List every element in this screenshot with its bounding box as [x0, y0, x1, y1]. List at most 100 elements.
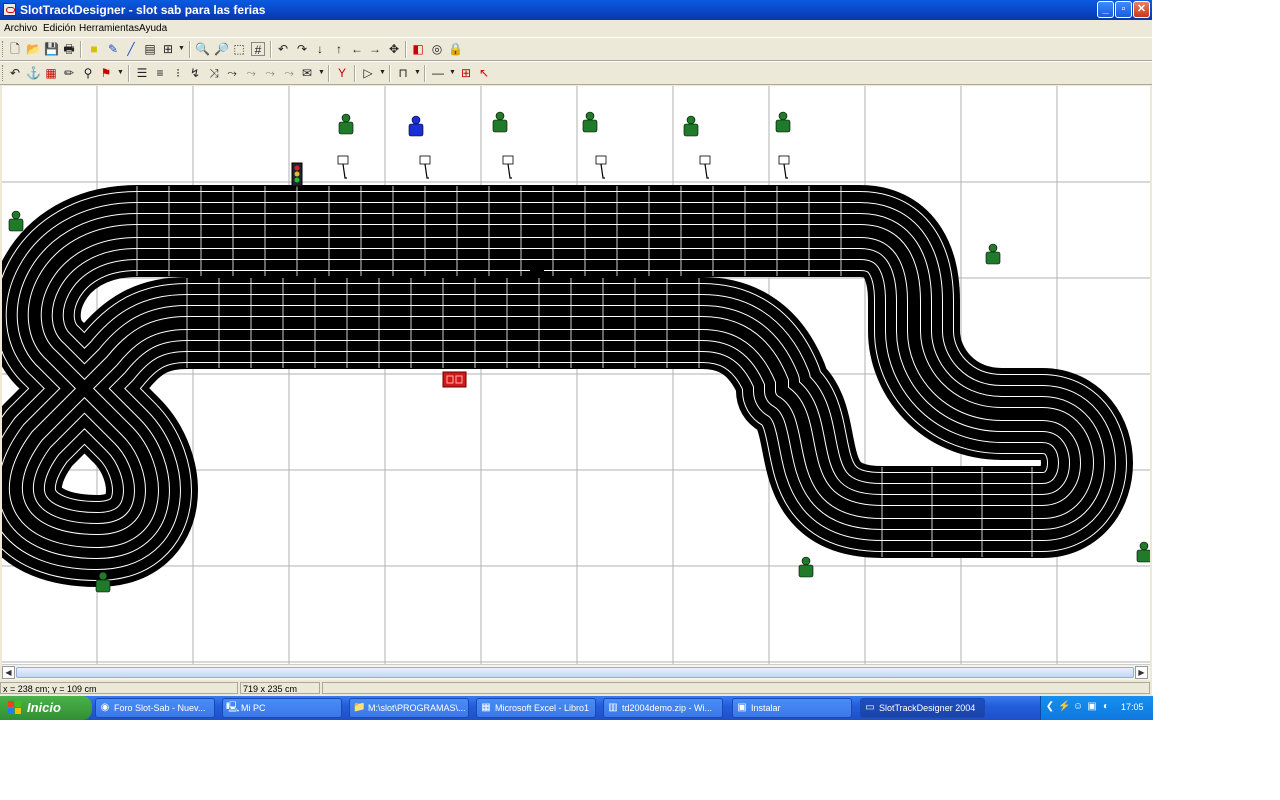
- start-finish-marker: [530, 266, 544, 276]
- app-icon: ▭: [865, 702, 875, 713]
- rotate-left-icon[interactable]: ↶: [276, 42, 290, 56]
- scroll-thumb[interactable]: [16, 667, 1134, 678]
- controller-body: [502, 155, 514, 165]
- straight-2-lane-icon[interactable]: ≡: [153, 66, 167, 80]
- save-icon[interactable]: 💾: [44, 42, 59, 56]
- task-slottrackdesigner[interactable]: ▭ SlotTrackDesigner 2004: [860, 698, 985, 718]
- chevron-down-icon[interactable]: ▼: [318, 66, 325, 80]
- marshal-body: [95, 579, 111, 593]
- move-all-icon[interactable]: ✥: [387, 42, 401, 56]
- bridge-icon[interactable]: ⊓: [396, 66, 410, 80]
- table-icon[interactable]: ▤: [143, 42, 157, 56]
- menu-herramientas[interactable]: Herramientas: [79, 23, 139, 34]
- start-label: Inicio: [27, 700, 61, 715]
- minimize-button[interactable]: _: [1097, 1, 1114, 18]
- pointer-red-icon[interactable]: ↖: [477, 66, 491, 80]
- tray-expand-icon[interactable]: ❮: [1044, 701, 1056, 713]
- rotate-right-icon[interactable]: ↷: [295, 42, 309, 56]
- close-button[interactable]: ✕: [1133, 1, 1150, 18]
- network-icon[interactable]: ⚡: [1058, 701, 1070, 713]
- curve-small-icon[interactable]: ⤳: [263, 66, 277, 80]
- marshal-icon: [775, 111, 791, 133]
- chevron-down-icon[interactable]: ▼: [379, 66, 386, 80]
- crossover-icon[interactable]: ⤨: [207, 66, 221, 80]
- horizontal-scrollbar[interactable]: ◀ ▶: [2, 664, 1150, 680]
- scroll-right-button[interactable]: ▶: [1135, 666, 1148, 679]
- messenger-icon[interactable]: ☺: [1072, 701, 1084, 713]
- task-excel[interactable]: ▦ Microsoft Excel - Libro1: [476, 698, 596, 718]
- grid-red-icon[interactable]: ⊞: [459, 66, 473, 80]
- toolbar-grip[interactable]: [2, 41, 6, 57]
- color-palette-icon[interactable]: ◧: [411, 42, 425, 56]
- pieces-icon[interactable]: ⊞: [161, 42, 175, 56]
- title-bar[interactable]: SlotTrackDesigner - slot sab para las fe…: [0, 0, 1152, 20]
- play-icon[interactable]: ▷: [361, 66, 375, 80]
- toolbar-grip[interactable]: [2, 65, 6, 81]
- design-canvas[interactable]: [2, 86, 1150, 664]
- curve-large-icon[interactable]: ⤳: [225, 66, 239, 80]
- app-icon[interactable]: [3, 3, 16, 16]
- curve-tight-icon[interactable]: ⤳: [282, 66, 296, 80]
- marker-icon[interactable]: ⚲: [81, 66, 95, 80]
- clock: 17:05: [1121, 702, 1144, 712]
- marshal-body: [683, 123, 699, 137]
- move-down-icon[interactable]: ↓: [313, 42, 327, 56]
- task-my-pc[interactable]: 🖳 Mi PC: [222, 698, 342, 718]
- task-winzip[interactable]: ▥ td2004demo.zip - Wi...: [603, 698, 723, 718]
- move-up-icon[interactable]: ↑: [332, 42, 346, 56]
- toolbar-separator: [80, 41, 82, 58]
- task-folder[interactable]: 📁 M:\slot\PROGRAMAS\...: [349, 698, 469, 718]
- lock-icon[interactable]: 🔒: [448, 42, 463, 56]
- menu-archivo[interactable]: Archivo: [4, 23, 37, 34]
- curve-tool-icon[interactable]: ↯: [188, 66, 202, 80]
- curve-medium-icon[interactable]: ⤳: [244, 66, 258, 80]
- grid-toggle-icon[interactable]: #: [251, 42, 265, 57]
- marshal-head: [411, 115, 421, 125]
- chevron-down-icon[interactable]: ▼: [117, 66, 124, 80]
- view-3d-icon[interactable]: ◎: [430, 42, 444, 56]
- straight-1-lane-icon[interactable]: ⁝: [171, 66, 185, 80]
- traffic-light-yellow: [294, 171, 300, 177]
- track-drawing[interactable]: [2, 86, 1150, 664]
- start-button[interactable]: Inicio: [0, 696, 92, 720]
- pencil-icon[interactable]: ✏: [62, 66, 76, 80]
- marshal-icon: [492, 111, 508, 133]
- note-icon[interactable]: ■: [87, 42, 101, 56]
- open-folder-icon[interactable]: 📂: [26, 42, 41, 56]
- barrier-icon[interactable]: ▦: [44, 66, 58, 80]
- ruler-icon[interactable]: ╱: [124, 42, 138, 56]
- menu-bar: Archivo Edición Herramientas Ayuda: [0, 20, 1152, 37]
- track-layout[interactable]: [2, 185, 1133, 587]
- task-instalar[interactable]: ▣ Instalar: [732, 698, 852, 718]
- straight-3-lane-icon[interactable]: ☰: [135, 66, 149, 80]
- line-style-icon[interactable]: —: [431, 66, 445, 80]
- zoom-out-icon[interactable]: 🔍: [195, 42, 210, 56]
- move-right-icon[interactable]: →: [368, 42, 382, 56]
- chevron-down-icon[interactable]: ▼: [449, 66, 456, 80]
- undo-icon[interactable]: ↶: [8, 66, 22, 80]
- move-left-icon[interactable]: ←: [350, 42, 364, 56]
- print-icon[interactable]: 🖶: [62, 42, 76, 56]
- menu-ayuda[interactable]: Ayuda: [139, 23, 167, 34]
- update-icon[interactable]: ◐: [1100, 701, 1112, 713]
- envelope-icon[interactable]: ✉: [300, 66, 314, 80]
- new-file-icon[interactable]: 🗋: [8, 42, 22, 56]
- track-tool-icon[interactable]: ✎: [106, 42, 120, 56]
- controller-icon: [595, 155, 607, 179]
- scroll-left-button[interactable]: ◀: [2, 666, 15, 679]
- anchor-icon[interactable]: ⚓: [26, 66, 41, 80]
- maximize-button[interactable]: ▫: [1115, 1, 1132, 18]
- zoom-in-icon[interactable]: 🔎: [214, 42, 229, 56]
- antivirus-icon[interactable]: ▣: [1086, 701, 1098, 713]
- task-browser[interactable]: ◉ Foro Slot-Sab - Nuev...: [95, 698, 215, 718]
- fork-icon[interactable]: Y: [335, 66, 349, 80]
- controller-cable: [704, 163, 709, 179]
- controller-body: [337, 155, 349, 165]
- chevron-down-icon[interactable]: ▼: [178, 42, 185, 56]
- marshal-body: [798, 564, 814, 578]
- flag-icon[interactable]: ⚑: [99, 66, 113, 80]
- zoom-fit-icon[interactable]: ⬚: [232, 42, 246, 56]
- chevron-down-icon[interactable]: ▼: [414, 66, 421, 80]
- menu-edicion[interactable]: Edición: [43, 23, 76, 34]
- marshal-head: [341, 113, 351, 123]
